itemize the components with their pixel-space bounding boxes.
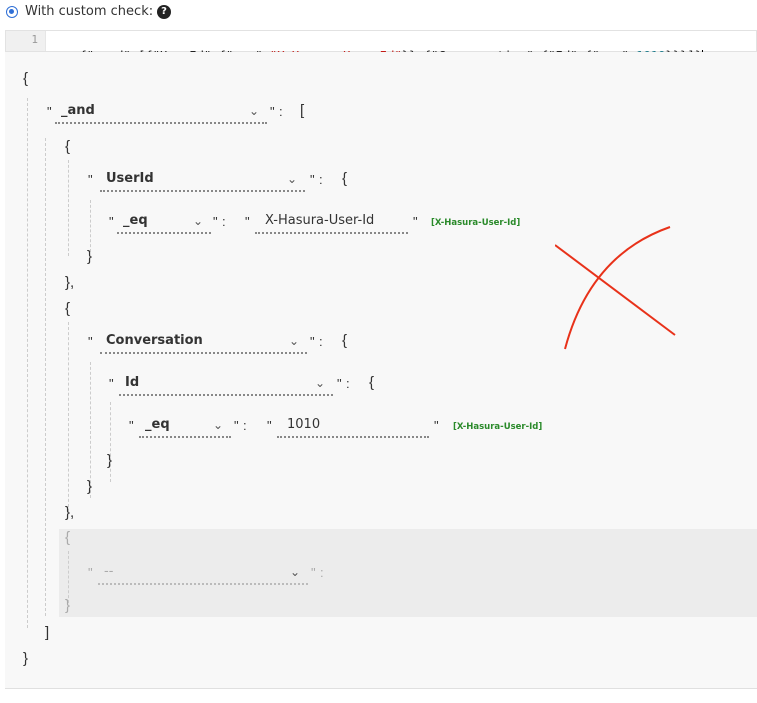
- quote: ": [88, 334, 93, 349]
- quote: ": [337, 376, 342, 391]
- item2-close-brace: },: [65, 504, 75, 521]
- id-key-label: Id: [125, 375, 140, 390]
- colon: :: [346, 376, 350, 391]
- quote: ": [213, 214, 218, 229]
- id-close-brace: }: [107, 452, 113, 469]
- item1-open-brace: {: [65, 138, 71, 155]
- root-open-brace: {: [23, 70, 29, 87]
- chevron-down-icon: ⌄: [288, 334, 299, 348]
- help-icon[interactable]: ?: [157, 5, 171, 19]
- quote: ": [311, 565, 316, 580]
- indent-guide: [68, 322, 69, 512]
- custom-check-label: With custom check:: [25, 4, 154, 19]
- item1-close-brace: },: [65, 274, 75, 291]
- userid-key-select[interactable]: UserId ⌄: [100, 170, 305, 192]
- array-open-bracket: [: [300, 102, 305, 119]
- indent-guide: [45, 138, 46, 616]
- indent-guide: [90, 200, 91, 252]
- item3-open-brace: {: [65, 529, 71, 546]
- array-close-bracket: ]: [45, 624, 50, 641]
- conversation-key-select[interactable]: Conversation ⌄: [100, 332, 307, 354]
- quote: ": [129, 418, 134, 433]
- quote: ": [310, 172, 315, 187]
- colon: :: [319, 172, 323, 187]
- userid-key-label: UserId: [106, 171, 154, 186]
- colon: :: [243, 418, 247, 433]
- id-value: 1010: [287, 417, 321, 432]
- indent-guide: [68, 551, 69, 603]
- root-close-brace: }: [23, 650, 29, 667]
- quote: ": [88, 565, 93, 580]
- quote: ": [234, 418, 239, 433]
- userid-op-select[interactable]: _eq ⌄: [117, 212, 211, 234]
- userid-close-brace: }: [87, 248, 93, 265]
- quote: ": [267, 418, 272, 433]
- colon: :: [319, 334, 323, 349]
- userid-value: X-Hasura-User-Id: [265, 213, 375, 228]
- quote: ": [109, 376, 114, 391]
- permission-builder: { " _and ⌄ " : [ { " UserId ⌄ " : { " _e…: [5, 52, 757, 689]
- id-open-brace: {: [369, 374, 375, 391]
- colon: :: [320, 565, 324, 580]
- quote: ": [245, 214, 250, 229]
- editor-gutter: 1: [6, 31, 46, 51]
- red-x-annotation: [555, 226, 676, 350]
- item2-open-brace: {: [65, 300, 71, 317]
- new-key-placeholder: --: [104, 564, 114, 579]
- and-key-label: _and: [61, 103, 95, 118]
- and-key-select[interactable]: _and ⌄: [55, 102, 267, 124]
- userid-value-input[interactable]: X-Hasura-User-Id: [255, 212, 408, 234]
- new-condition-row[interactable]: { " -- ⌄ " : }: [59, 529, 757, 617]
- quote: ": [109, 214, 114, 229]
- chevron-down-icon: ⌄: [289, 565, 300, 579]
- session-var-suggestion[interactable]: [X-Hasura-User-Id]: [431, 218, 520, 228]
- id-op-label: _eq: [145, 417, 170, 432]
- quote: ": [434, 418, 439, 433]
- conversation-close-brace: }: [87, 478, 93, 495]
- custom-check-radio[interactable]: [6, 6, 18, 18]
- chevron-down-icon: ⌄: [286, 172, 297, 186]
- id-value-input[interactable]: 1010: [277, 416, 429, 438]
- indent-guide: [68, 160, 69, 256]
- indent-guide: [27, 98, 28, 628]
- indent-guide: [110, 402, 111, 482]
- json-editor[interactable]: 1 {"_and":[{"UserId":{"_eq":"X-Hasura-Us…: [5, 30, 757, 64]
- userid-open-brace: {: [342, 170, 348, 187]
- chevron-down-icon: ⌄: [212, 418, 223, 432]
- id-op-select[interactable]: _eq ⌄: [139, 416, 231, 438]
- conversation-key-label: Conversation: [106, 333, 203, 348]
- chevron-down-icon: ⌄: [314, 376, 325, 390]
- userid-op-label: _eq: [123, 213, 148, 228]
- quote: ": [88, 172, 93, 187]
- mark-stroke: [564, 226, 671, 350]
- id-key-select[interactable]: Id ⌄: [119, 374, 333, 396]
- new-key-select[interactable]: -- ⌄: [98, 563, 308, 585]
- quote: ": [270, 104, 275, 119]
- conversation-open-brace: {: [342, 332, 348, 349]
- chevron-down-icon: ⌄: [248, 104, 259, 118]
- quote: ": [47, 104, 52, 119]
- quote: ": [310, 334, 315, 349]
- item3-close-brace: }: [65, 597, 71, 614]
- chevron-down-icon: ⌄: [192, 214, 203, 228]
- session-var-suggestion[interactable]: [X-Hasura-User-Id]: [453, 422, 542, 432]
- colon: :: [279, 104, 283, 119]
- line-number: 1: [31, 33, 38, 46]
- quote: ": [413, 214, 418, 229]
- colon: :: [222, 214, 226, 229]
